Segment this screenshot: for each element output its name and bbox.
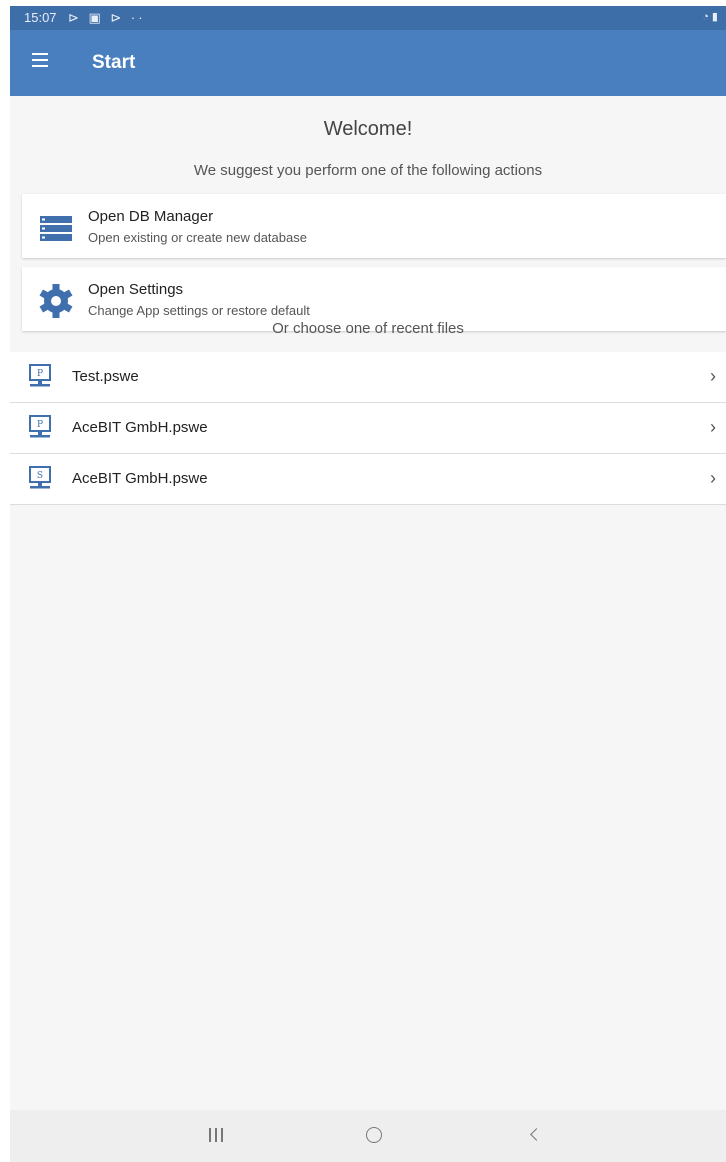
file-name: AceBIT GmbH.pswe xyxy=(72,419,208,436)
action-subtitle: Change App settings or restore default xyxy=(88,303,310,318)
database-icon xyxy=(40,216,72,241)
file-badge: S xyxy=(37,471,43,481)
chevron-right-icon: › xyxy=(710,366,716,386)
page-title: Start xyxy=(92,52,136,73)
recent-apps-button[interactable] xyxy=(196,1122,236,1150)
menu-icon[interactable] xyxy=(32,53,58,73)
status-bar: 15:07 ⊳ ▣ ⊳ ·· ◔ ▮ xyxy=(10,6,726,30)
app-bar: Start xyxy=(10,30,726,96)
recent-file-row[interactable]: P Test.pswe › xyxy=(10,352,726,403)
computer-file-icon: P xyxy=(29,415,51,438)
home-button[interactable] xyxy=(354,1122,394,1150)
action-title: Open Settings xyxy=(88,281,184,298)
back-button[interactable] xyxy=(516,1122,556,1150)
chevron-right-icon: › xyxy=(710,417,716,437)
file-name: AceBIT GmbH.pswe xyxy=(72,470,208,487)
open-db-manager-card[interactable]: Open DB Manager Open existing or create … xyxy=(22,194,726,258)
app-screen: 15:07 ⊳ ▣ ⊳ ·· ◔ ▮ Start Welcome! We sug… xyxy=(10,6,726,1162)
file-badge: P xyxy=(37,369,43,379)
recent-file-row[interactable]: P AceBIT GmbH.pswe › xyxy=(10,403,726,454)
recent-files-list: P Test.pswe › P AceBIT GmbH.pswe › S Ace… xyxy=(10,352,726,505)
welcome-subtitle: We suggest you perform one of the follow… xyxy=(193,162,543,179)
chevron-right-icon: › xyxy=(710,468,716,488)
action-title: Open DB Manager xyxy=(88,208,214,225)
status-time: 15:07 xyxy=(24,10,57,25)
computer-file-icon: S xyxy=(29,466,51,489)
welcome-title: Welcome! xyxy=(323,118,413,140)
recent-files-label: Or choose one of recent files xyxy=(272,320,464,337)
computer-file-icon: P xyxy=(29,364,51,387)
action-subtitle: Open existing or create new database xyxy=(88,230,307,245)
battery-icon: ◔ ▮ xyxy=(702,11,718,23)
file-name: Test.pswe xyxy=(72,368,139,385)
gear-icon xyxy=(39,284,73,318)
file-badge: P xyxy=(37,420,43,430)
notification-icons: ⊳ ▣ ⊳ ·· xyxy=(68,10,146,25)
system-nav-bar xyxy=(10,1110,726,1162)
recent-file-row[interactable]: S AceBIT GmbH.pswe › xyxy=(10,454,726,505)
